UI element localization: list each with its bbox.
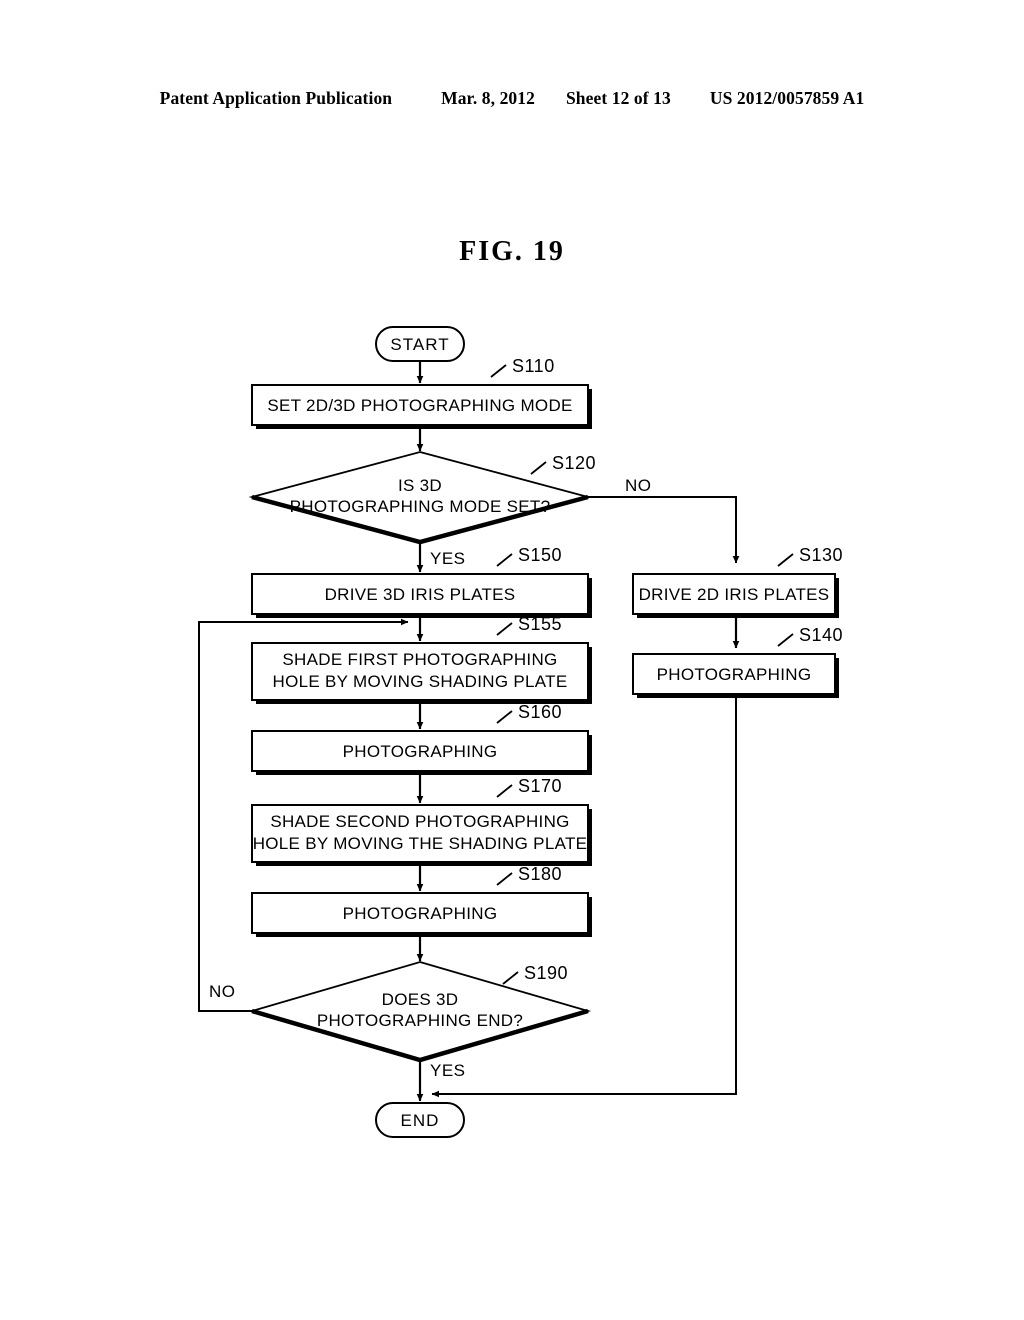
node-s190-line2: PHOTOGRAPHING END? — [317, 1011, 523, 1030]
step-label-s180: S180 — [518, 864, 562, 884]
node-s170-line2: HOLE BY MOVING THE SHADING PLATE — [253, 834, 588, 853]
node-s155-line2: HOLE BY MOVING SHADING PLATE — [273, 672, 568, 691]
node-s110-label: SET 2D/3D PHOTOGRAPHING MODE — [267, 396, 572, 415]
node-s155-line1: SHADE FIRST PHOTOGRAPHING — [282, 650, 557, 669]
step-label-s170: S170 — [518, 776, 562, 796]
node-s120-line2: PHOTOGRAPHING MODE SET? — [290, 497, 551, 516]
leader-s190 — [502, 971, 519, 985]
step-label-s150: S150 — [518, 545, 562, 565]
leader-s160 — [496, 710, 513, 724]
node-s190-line1: DOES 3D — [382, 990, 459, 1009]
node-s130-label: DRIVE 2D IRIS PLATES — [639, 585, 830, 604]
node-start-label: START — [390, 335, 449, 354]
leader-s140 — [777, 633, 794, 647]
step-label-s130: S130 — [799, 545, 843, 565]
node-end: END — [375, 1102, 465, 1138]
node-s140-label: PHOTOGRAPHING — [657, 665, 812, 684]
branch-label-s120-no: NO — [625, 476, 652, 495]
node-s180-label: PHOTOGRAPHING — [343, 904, 498, 923]
step-label-s190: S190 — [524, 963, 568, 983]
leader-s155 — [496, 622, 513, 636]
node-s120-line1: IS 3D — [398, 476, 442, 495]
branch-label-s190-no: NO — [209, 982, 236, 1001]
step-label-s110: S110 — [512, 356, 555, 376]
leader-s130 — [777, 553, 794, 567]
branch-label-s190-yes: YES — [430, 1061, 466, 1080]
step-label-s160: S160 — [518, 702, 562, 722]
step-label-s140: S140 — [799, 625, 843, 645]
leader-s170 — [496, 784, 513, 798]
leader-s120 — [530, 461, 547, 475]
node-s140: PHOTOGRAPHING — [632, 653, 839, 698]
node-s155: SHADE FIRST PHOTOGRAPHING HOLE BY MOVING… — [251, 642, 592, 704]
node-s120: IS 3D PHOTOGRAPHING MODE SET? — [248, 451, 592, 545]
node-s180: PHOTOGRAPHING — [251, 892, 592, 937]
flowchart-diagram: START SET 2D/3D PHOTOGRAPHING MODE S110 … — [198, 326, 843, 1138]
node-s160: PHOTOGRAPHING — [251, 730, 592, 775]
leader-s110 — [490, 364, 507, 378]
node-s170: SHADE SECOND PHOTOGRAPHING HOLE BY MOVIN… — [251, 804, 592, 866]
step-label-s155: S155 — [518, 614, 562, 634]
node-s170-line1: SHADE SECOND PHOTOGRAPHING — [270, 812, 569, 831]
patent-drawing-page: Patent Application Publication Mar. 8, 2… — [0, 0, 1024, 1320]
leader-s150 — [496, 553, 513, 567]
node-end-label: END — [401, 1111, 440, 1130]
node-s150-label: DRIVE 3D IRIS PLATES — [325, 585, 516, 604]
node-s160-label: PHOTOGRAPHING — [343, 742, 498, 761]
connector-s120-no — [588, 496, 740, 564]
node-s130: DRIVE 2D IRIS PLATES — [632, 573, 839, 618]
node-s150: DRIVE 3D IRIS PLATES — [251, 573, 592, 618]
node-s110: SET 2D/3D PHOTOGRAPHING MODE — [251, 384, 592, 429]
branch-label-s120-yes: YES — [430, 549, 466, 568]
node-start: START — [375, 326, 465, 362]
step-label-s120: S120 — [552, 453, 596, 473]
leader-s180 — [496, 872, 513, 886]
